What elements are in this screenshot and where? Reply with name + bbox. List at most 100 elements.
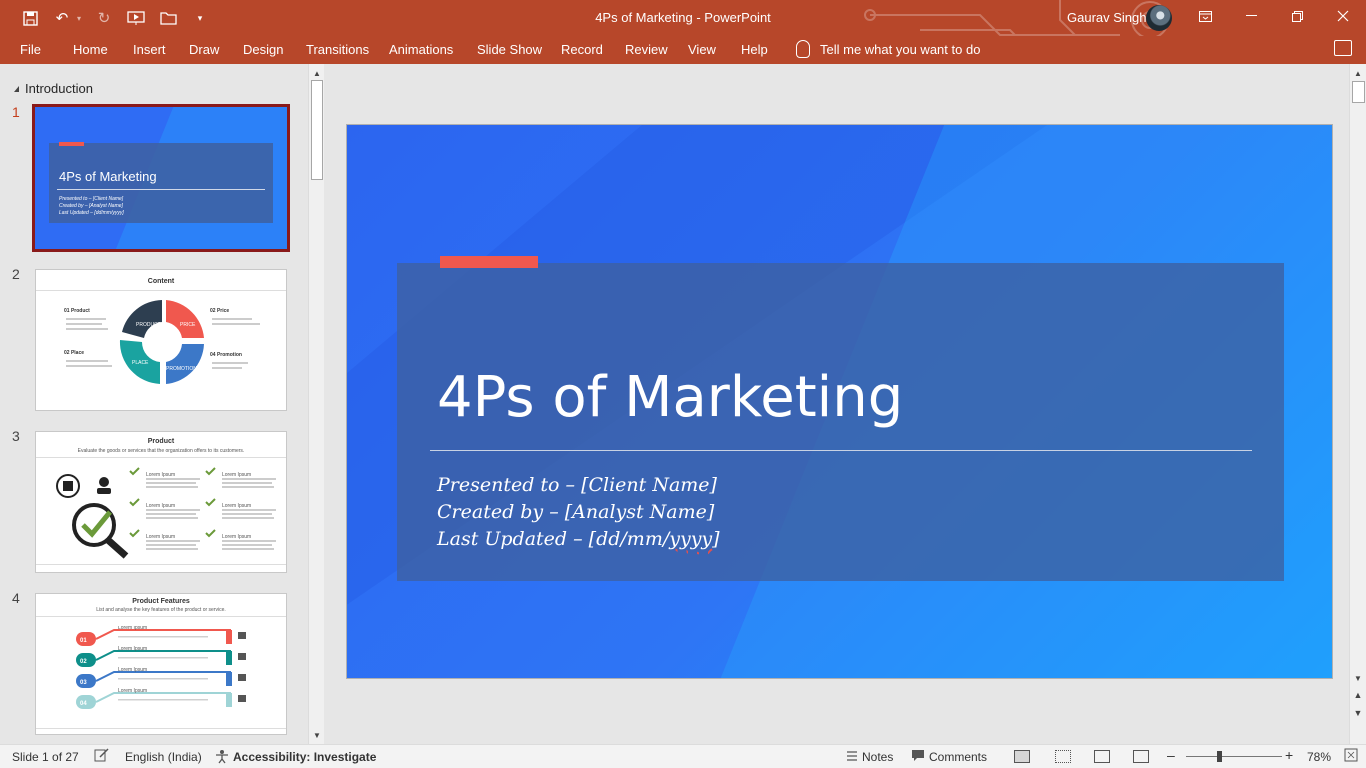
tab-review[interactable]: Review xyxy=(625,42,668,57)
thumb-footer-divider xyxy=(36,564,286,565)
magnifier-check-illustration xyxy=(56,474,129,559)
notes-button[interactable]: Notes xyxy=(862,750,893,764)
accessibility-icon[interactable] xyxy=(214,749,230,767)
wheel-label: PLACE xyxy=(132,360,149,366)
thumb-divider xyxy=(36,290,286,291)
reading-view-icon[interactable] xyxy=(1094,750,1110,763)
next-slide-icon[interactable]: ▼ xyxy=(1351,706,1365,720)
scroll-up-arrow-icon[interactable]: ▲ xyxy=(1351,66,1365,80)
thumb-text-placeholder xyxy=(212,362,248,364)
minimize-icon[interactable] xyxy=(1228,0,1274,32)
language-indicator[interactable]: English (India) xyxy=(125,750,202,764)
slide-thumbnail-2[interactable]: Content 01 Product 02 Price 02 Place 04 … xyxy=(35,269,287,411)
lightbulb-icon xyxy=(796,40,810,58)
thumb-text-placeholder xyxy=(212,318,252,320)
scroll-up-arrow-icon[interactable]: ▲ xyxy=(310,66,324,80)
slide-number: 3 xyxy=(12,428,20,444)
slide-counter[interactable]: Slide 1 of 27 xyxy=(12,750,79,764)
tab-design[interactable]: Design xyxy=(243,42,283,57)
step-number: 01 xyxy=(80,638,87,644)
user-name[interactable]: Gaurav Singh xyxy=(1067,10,1147,25)
tab-home[interactable]: Home xyxy=(73,42,108,57)
fit-slide-to-window-icon[interactable] xyxy=(1344,748,1358,765)
collapse-triangle-icon[interactable] xyxy=(14,85,19,92)
zoom-slider-thumb[interactable] xyxy=(1217,751,1222,762)
tab-draw[interactable]: Draw xyxy=(189,42,219,57)
slide-title[interactable]: 4Ps of Marketing xyxy=(437,365,903,430)
scroll-down-arrow-icon[interactable]: ▼ xyxy=(310,728,324,742)
slide-thumbnail-1[interactable]: 4Ps of Marketing Presented to – [Client … xyxy=(32,104,290,252)
step-number: 04 xyxy=(80,701,87,707)
scrollbar-thumb[interactable] xyxy=(1352,81,1365,103)
thumb-text-placeholder xyxy=(212,323,260,325)
thumb-title: Product Features xyxy=(132,598,190,605)
thumb-text-placeholder xyxy=(66,323,102,325)
comments-icon[interactable] xyxy=(911,749,925,766)
tab-file[interactable]: File xyxy=(20,42,41,57)
tab-animations[interactable]: Animations xyxy=(389,42,453,57)
zoom-out-button[interactable]: – xyxy=(1167,747,1175,763)
ribbon-display-options-icon[interactable] xyxy=(1182,0,1228,32)
previous-slide-icon[interactable]: ▲ xyxy=(1351,688,1365,702)
zoom-slider-track[interactable] xyxy=(1186,756,1282,757)
scrollbar-thumb[interactable] xyxy=(311,80,323,180)
restore-icon[interactable] xyxy=(1274,0,1320,32)
wheel-label: PRICE xyxy=(180,322,196,328)
tell-me-search[interactable]: Tell me what you want to do xyxy=(796,40,980,58)
thumb-text-placeholder xyxy=(66,318,106,320)
presented-to-line[interactable]: Presented to – [Client Name] xyxy=(437,474,717,496)
thumb-subtitle-line: Last Updated – [dd/mm/yyyy] xyxy=(59,210,124,216)
zoom-level[interactable]: 78% xyxy=(1307,750,1331,764)
last-updated-line[interactable]: Last Updated – [dd/mm/yyyy] xyxy=(437,528,720,550)
scroll-down-arrow-icon[interactable]: ▼ xyxy=(1351,671,1365,685)
feature-steps-diagram: 01 02 03 04 Lorem Ipsum Lorem Ipsum Lore… xyxy=(76,626,246,709)
current-slide[interactable]: 4Ps of Marketing Presented to – [Client … xyxy=(346,124,1333,679)
tab-slide-show[interactable]: Slide Show xyxy=(477,42,542,57)
thumb-item: 04 Promotion xyxy=(210,352,242,358)
checkmark-list-icons xyxy=(129,467,276,550)
notes-icon[interactable] xyxy=(845,749,859,766)
normal-view-icon[interactable] xyxy=(1014,750,1030,763)
slide-sorter-view-icon[interactable] xyxy=(1055,750,1071,763)
thumb-text-placeholder xyxy=(66,360,108,362)
thumb-divider xyxy=(57,189,265,190)
comments-icon[interactable] xyxy=(1334,40,1352,56)
thumb-subtitle-line: Created by – [Analyst Name] xyxy=(59,203,123,209)
tab-transitions[interactable]: Transitions xyxy=(306,42,369,57)
tab-help[interactable]: Help xyxy=(741,42,768,57)
spelling-flagged-text: yyyy xyxy=(669,528,713,550)
editor-scrollbar[interactable]: ▲ ▼ ▲ ▼ xyxy=(1349,64,1366,744)
thumb-accent-bar xyxy=(59,142,84,146)
last-updated-suffix: ] xyxy=(712,528,720,550)
zoom-in-button[interactable]: + xyxy=(1285,747,1293,763)
close-icon[interactable] xyxy=(1320,0,1366,32)
created-by-line[interactable]: Created by – [Analyst Name] xyxy=(437,501,714,523)
thumb-text-placeholder xyxy=(212,367,242,369)
tab-view[interactable]: View xyxy=(688,42,716,57)
accent-bar xyxy=(440,256,538,268)
comments-button[interactable]: Comments xyxy=(929,750,987,764)
tab-insert[interactable]: Insert xyxy=(133,42,166,57)
thumb-title: Content xyxy=(147,278,175,285)
slide-number: 2 xyxy=(12,266,20,282)
thumb-footer-divider xyxy=(36,728,286,729)
slideshow-view-icon[interactable] xyxy=(1133,750,1149,763)
slide-thumbnail-4[interactable]: Product Features List and analyse the ke… xyxy=(35,593,287,735)
spelling-check-icon[interactable] xyxy=(94,748,110,765)
tab-record[interactable]: Record xyxy=(561,42,603,57)
section-header[interactable]: Introduction xyxy=(14,81,93,96)
step-number: 03 xyxy=(80,680,87,686)
thumbnail-scrollbar[interactable]: ▲ ▼ xyxy=(308,64,324,744)
avatar[interactable] xyxy=(1146,5,1172,31)
accessibility-status[interactable]: Accessibility: Investigate xyxy=(233,750,376,764)
thumb-text-placeholder xyxy=(66,365,112,367)
thumb-text-placeholder xyxy=(66,328,108,330)
thumb-title: Product xyxy=(147,438,175,445)
step-label: Lorem Ipsum xyxy=(118,646,147,652)
slide-editor: 4Ps of Marketing Presented to – [Client … xyxy=(330,64,1348,744)
thumb-divider xyxy=(36,616,286,617)
thumb-item: 02 Place xyxy=(64,350,85,356)
slide-thumbnail-3[interactable]: Product Evaluate the goods or services t… xyxy=(35,431,287,573)
thumb-item: 02 Price xyxy=(210,308,230,314)
tell-me-label: Tell me what you want to do xyxy=(820,41,981,57)
